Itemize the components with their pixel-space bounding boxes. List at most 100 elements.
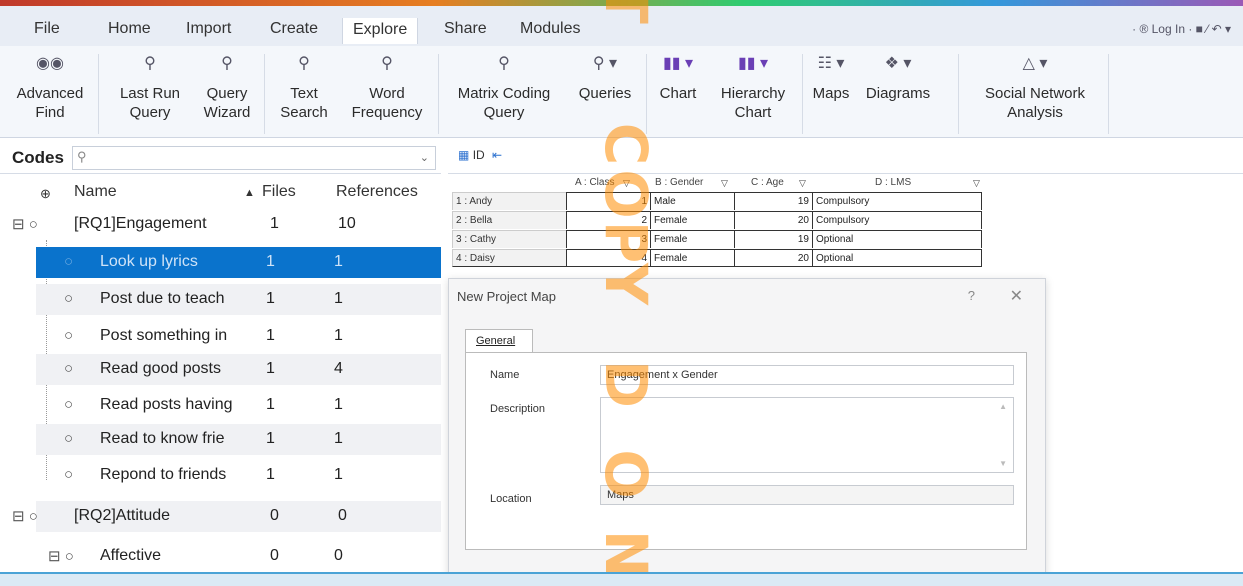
grid-cell-age[interactable]: 19 <box>734 230 812 248</box>
name-field[interactable]: Engagement x Gender <box>600 365 1014 385</box>
code-row-rq2-attitude[interactable]: ⊟ ○ [RQ2]Attitude 0 0 <box>0 501 441 532</box>
table-icon: ▦ <box>458 148 470 162</box>
dialog-title: New Project Map <box>457 289 556 304</box>
description-field[interactable]: ▲ ▼ <box>600 397 1014 473</box>
text-search-button[interactable]: ⚲ Text Search <box>272 54 336 122</box>
grid-header-age[interactable]: C : Age <box>748 174 787 192</box>
menu-explore[interactable]: Explore <box>342 18 419 44</box>
filter-icon[interactable]: ▽ <box>970 174 983 192</box>
grid-cell-gender[interactable]: Female <box>650 211 734 229</box>
grid-cell-age[interactable]: 19 <box>734 192 812 210</box>
grid-cell-age[interactable]: 20 <box>734 249 812 267</box>
ribbon-separator <box>646 54 647 134</box>
menu-file[interactable]: File <box>34 20 60 38</box>
social-network-icon: △ ▾ <box>1022 55 1048 72</box>
close-icon[interactable]: ✕ <box>1010 286 1023 306</box>
status-bar <box>0 572 1243 586</box>
grid-header-gender[interactable]: B : Gender <box>652 174 706 192</box>
code-row-read-to-know-frie[interactable]: ○ Read to know frie 1 1 <box>0 424 441 455</box>
search-icon: ⚲ <box>77 149 87 164</box>
word-frequency-button[interactable]: ⚲ Word Frequency <box>342 54 432 122</box>
code-row-read-good-posts[interactable]: ○ Read good posts 1 4 <box>0 354 441 385</box>
sort-ascending-icon: ▲ <box>244 187 255 199</box>
hierarchy-chart-button[interactable]: ▮▮ ▾ Hierarchy Chart <box>708 54 798 122</box>
grid-cell-class[interactable]: 4 <box>566 249 650 267</box>
node-icon: ○ <box>64 430 74 447</box>
social-network-analysis-button[interactable]: △ ▾ Social Network Analysis <box>970 54 1100 122</box>
hierarchy-chart-icon: ▮▮ ▾ <box>737 55 769 72</box>
name-label: Name <box>490 369 520 381</box>
grid-cell-lms[interactable]: Optional <box>812 249 982 267</box>
code-row-rq1-engagement[interactable]: ⊟ ○ [RQ1]Engagement 1 10 <box>0 209 441 240</box>
scroll-down-icon[interactable]: ▼ <box>999 459 1007 468</box>
collapse-icon[interactable]: ⊟ ○ <box>48 547 74 565</box>
query-wizard-button[interactable]: ⚲ Query Wizard <box>194 54 260 122</box>
node-icon: ○ <box>64 290 74 307</box>
grid-row-label[interactable]: 2 : Bella <box>452 211 566 229</box>
scroll-up-icon[interactable]: ▲ <box>999 402 1007 411</box>
ribbon-separator <box>1108 54 1109 134</box>
code-row-repond-to-friends[interactable]: ○ Repond to friends 1 1 <box>0 460 441 491</box>
chevron-down-icon[interactable]: ⌄ <box>420 151 429 164</box>
grid-cell-class[interactable]: 3 <box>566 230 650 248</box>
grid-cell-lms[interactable]: Optional <box>812 230 982 248</box>
grid-header-class[interactable]: A : Class <box>572 174 617 192</box>
menu-import[interactable]: Import <box>186 20 231 38</box>
maps-icon: ☷ ▾ <box>817 55 845 72</box>
filter-icon[interactable]: ▽ <box>718 174 731 192</box>
column-header-name[interactable]: Name <box>74 183 117 201</box>
grid-cell-class[interactable]: 1 <box>566 192 650 210</box>
queries-icon: ⚲ ▾ <box>592 55 618 72</box>
grid-cell-gender[interactable]: Male <box>650 192 734 210</box>
general-panel: Name Engagement x Gender Description ▲ ▼… <box>465 352 1027 550</box>
tab-general[interactable]: General <box>465 329 533 353</box>
code-row-affective[interactable]: ⊟ ○ Affective 0 0 <box>0 541 441 572</box>
grid-row-label[interactable]: 1 : Andy <box>452 192 566 210</box>
grid-row-label[interactable]: 3 : Cathy <box>452 230 566 248</box>
grid-cell-lms[interactable]: Compulsory <box>812 211 982 229</box>
code-row-post-due-to-teach[interactable]: ○ Post due to teach 1 1 <box>0 284 441 315</box>
grid-cell-age[interactable]: 20 <box>734 211 812 229</box>
menu-create[interactable]: Create <box>270 20 318 38</box>
grid-row-label[interactable]: 4 : Daisy <box>452 249 566 267</box>
explore-ribbon: ◉◉ Advanced Find ⚲ Last Run Query ⚲ Quer… <box>0 46 1243 138</box>
column-header-files[interactable]: Files <box>262 183 296 201</box>
queries-button[interactable]: ⚲ ▾ Queries <box>568 54 642 103</box>
word-frequency-icon: ⚲ <box>381 55 393 72</box>
codes-header: Codes ⚲ ⌄ <box>0 140 441 174</box>
maps-button[interactable]: ☷ ▾ Maps <box>806 54 856 103</box>
grid-cell-class[interactable]: 2 <box>566 211 650 229</box>
last-run-query-button[interactable]: ⚲ Last Run Query <box>112 54 188 122</box>
location-field[interactable]: Maps <box>600 485 1014 505</box>
add-column-icon[interactable]: ⊕ <box>40 186 51 202</box>
help-icon[interactable]: ? <box>968 288 975 303</box>
menu-share[interactable]: Share <box>444 20 487 38</box>
binoculars-icon: ◉◉ <box>36 55 64 72</box>
advanced-find-button[interactable]: ◉◉ Advanced Find <box>10 54 90 122</box>
menu-home[interactable]: Home <box>108 20 151 38</box>
matrix-coding-query-button[interactable]: ⚲ Matrix Coding Query <box>442 54 566 122</box>
code-row-read-posts-having[interactable]: ○ Read posts having 1 1 <box>0 390 441 421</box>
account-controls[interactable]: · ® Log In · ■ ⁄ ↶ ▾ <box>1132 22 1231 36</box>
grid-cell-gender[interactable]: Female <box>650 249 734 267</box>
chart-button[interactable]: ▮▮ ▾ Chart <box>652 54 704 103</box>
code-row-look-up-lyrics[interactable]: ○ Look up lyrics 1 1 <box>0 247 441 278</box>
codes-search-input[interactable]: ⚲ ⌄ <box>72 146 436 170</box>
diagrams-button[interactable]: ❖ ▾ Diagrams <box>862 54 934 103</box>
pin-icon[interactable]: ⇤ <box>492 148 502 162</box>
collapse-icon[interactable]: ⊟ ○ <box>12 215 38 233</box>
grid-cell-gender[interactable]: Female <box>650 230 734 248</box>
menu-modules[interactable]: Modules <box>520 20 580 38</box>
filter-icon[interactable]: ▽ <box>796 174 809 192</box>
grid-header-lms[interactable]: D : LMS <box>872 174 914 192</box>
detail-tab-bar: ▦ ID ⇤ <box>448 140 1243 174</box>
collapse-icon[interactable]: ⊟ ○ <box>12 507 38 525</box>
node-icon: ○ <box>64 253 74 270</box>
tab-id[interactable]: ▦ ID ⇤ <box>458 148 502 162</box>
column-header-references[interactable]: References <box>336 183 418 201</box>
query-wizard-icon: ⚲ <box>221 55 233 72</box>
filter-icon[interactable]: ▽ <box>620 174 633 192</box>
matrix-coding-icon: ⚲ <box>498 55 510 72</box>
code-row-post-something-in[interactable]: ○ Post something in 1 1 <box>0 321 441 352</box>
grid-cell-lms[interactable]: Compulsory <box>812 192 982 210</box>
